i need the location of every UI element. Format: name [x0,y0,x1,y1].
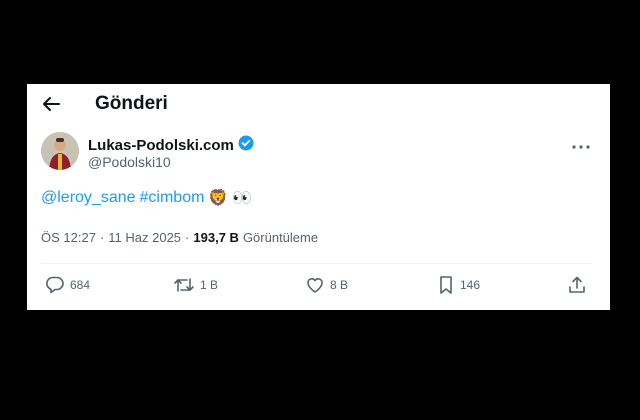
post-meta: ÖS 12:27 · 11 Haz 2025 · 193,7 B Görüntü… [41,230,318,245]
tweet-text: @leroy_sane #cimbom 🦁 👀 [41,188,252,208]
back-arrow-icon[interactable] [41,94,61,114]
like-button[interactable]: 8 B [305,275,348,295]
action-bar: 684 1 B 8 B 146 [27,275,610,297]
reply-count: 684 [70,278,91,292]
mention-link[interactable]: @leroy_sane [41,189,136,207]
post-header: Gönderi [27,84,610,124]
display-name[interactable]: Lukas-Podolski.com [88,137,234,154]
meta-separator: · [99,230,105,245]
view-count: 193,7 B [193,230,239,245]
post-date[interactable]: 11 Haz 2025 [108,230,181,245]
repost-button[interactable]: 1 B [173,275,218,295]
avatar[interactable] [41,132,79,170]
bookmark-icon [437,275,455,295]
page-title: Gönderi [95,93,168,114]
meta-separator: · [185,230,190,245]
hashtag-link[interactable]: #cimbom [140,189,205,207]
lion-emoji: 🦁 [208,190,229,207]
divider [41,263,592,264]
repost-count: 1 B [200,278,219,292]
author-name-row[interactable]: Lukas-Podolski.com [88,135,254,156]
post-time[interactable]: ÖS 12:27 [41,230,96,245]
like-count: 8 B [330,278,349,292]
share-icon [567,275,587,295]
view-count-label: Görüntüleme [242,230,319,245]
user-handle[interactable]: @Podolski10 [88,154,171,170]
reply-icon [45,275,65,295]
reply-button[interactable]: 684 [45,275,90,295]
share-button[interactable] [567,275,587,295]
eyes-emoji: 👀 [232,190,253,207]
post-card: Gönderi Lukas-Podolski.com @Podolski10 @… [27,84,610,310]
more-options-icon[interactable] [572,136,590,154]
bookmark-button[interactable]: 146 [437,275,480,295]
bookmark-count: 146 [460,278,481,292]
verified-badge-icon [238,135,254,156]
heart-icon [305,275,325,295]
repost-icon [173,275,195,295]
